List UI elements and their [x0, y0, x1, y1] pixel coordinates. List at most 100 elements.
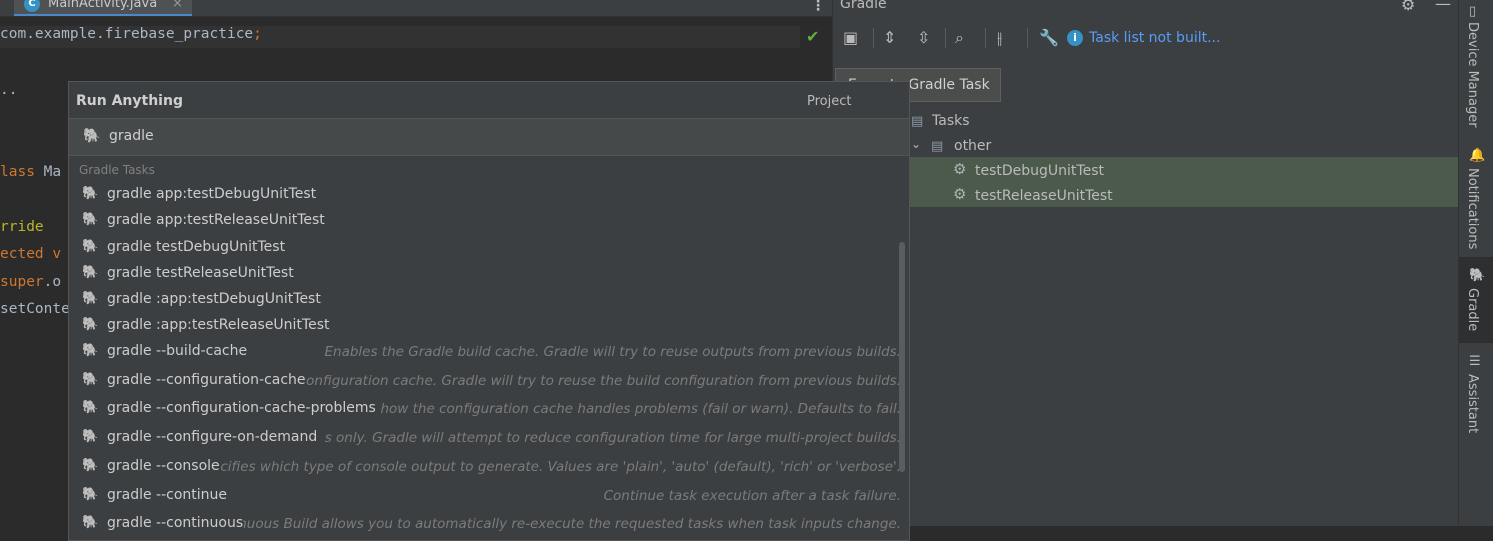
task-command: gradle --continuous: [107, 515, 244, 531]
list-item[interactable]: 🐘 gradle --configure-on-demand s only. Gra…: [69, 425, 905, 451]
package-semicolon: ;: [253, 26, 262, 42]
super-keyword: super: [0, 274, 44, 290]
task-command: gradle testDebugUnitTest: [107, 239, 286, 255]
class-keyword: lass: [0, 164, 35, 180]
gradle-elephant-icon: 🐘: [82, 291, 99, 306]
task-command: gradle testReleaseUnitTest: [107, 265, 294, 281]
tree-node-test-release[interactable]: testReleaseUnitTest: [975, 188, 1113, 204]
gradle-elephant-icon: 🐘: [82, 212, 99, 227]
gradle-elephant-icon: 🐘: [82, 343, 99, 358]
task-list-link[interactable]: Task list not built...: [1089, 30, 1220, 46]
project-scope-checkbox[interactable]: Project: [807, 94, 851, 109]
group-header: Gradle Tasks: [79, 163, 155, 177]
analyze-icon[interactable]: ⌕: [955, 28, 964, 48]
tab-label: MainActivity.java: [48, 0, 158, 11]
gradle-toolbar: ▣ ⇕ ⇳ ⌕ ⫲ 🔧 i Task list not built...: [833, 24, 1459, 52]
gradle-elephant-icon: 🐘: [82, 458, 99, 473]
task-command: gradle app:testDebugUnitTest: [107, 186, 317, 202]
editor-tab-bar: C MainActivity.java × ⋮: [0, 0, 832, 17]
task-command: gradle --build-cache: [107, 343, 248, 359]
close-icon[interactable]: ×: [172, 0, 183, 11]
task-command: gradle --console: [107, 458, 220, 474]
class-line: lass Ma: [0, 164, 61, 180]
collapse-all-icon[interactable]: ⇳: [917, 28, 930, 47]
more-icon[interactable]: ⋮: [811, 0, 825, 14]
list-item[interactable]: 🐘 gradle :app:testDebugUnitTest: [69, 287, 905, 313]
scrollbar[interactable]: [899, 242, 905, 472]
list-icon: ☰: [1469, 354, 1481, 369]
tool-assistant[interactable]: Assistant: [1465, 374, 1480, 433]
tree-node-other[interactable]: other: [954, 138, 991, 154]
task-command: gradle --continue: [107, 487, 228, 503]
expand-all-icon[interactable]: ⇕: [883, 28, 896, 47]
folder-gear-icon: ▤: [931, 139, 944, 154]
list-item[interactable]: 🐘 gradle --configuration-cache-problems ho…: [69, 396, 905, 422]
tree-node-test-debug[interactable]: testDebugUnitTest: [975, 163, 1104, 179]
description-clip: Continue task execution after a task fai…: [227, 483, 905, 509]
chevron-down-icon[interactable]: ⌄: [911, 137, 921, 151]
description-clip: how the configuration cache handles prob…: [376, 396, 905, 422]
tool-notifications[interactable]: Notifications: [1465, 168, 1480, 249]
tree-row-selected[interactable]: ⚙ testReleaseUnitTest: [910, 182, 1458, 207]
override-annotation: rride: [0, 219, 44, 235]
folded-code: ..: [0, 82, 18, 98]
super-line: super.o: [0, 274, 61, 290]
gradle-elephant-icon: 🐘: [82, 515, 99, 530]
task-description: ecifies which type of console output to …: [220, 459, 901, 475]
gradle-elephant-icon: 🐘: [82, 265, 99, 280]
wrench-icon[interactable]: 🔧: [1039, 28, 1059, 47]
list-item[interactable]: 🐘 gradle app:testDebugUnitTest: [69, 182, 905, 208]
list-item[interactable]: 🐘 gradle --build-cache Enables the Gradle …: [69, 339, 905, 365]
task-description: nuous Build allows you to automatically …: [243, 516, 901, 532]
tree-row-selected[interactable]: ⚙ testDebugUnitTest: [910, 157, 1458, 182]
task-description: onfiguration cache. Gradle will try to r…: [306, 373, 901, 389]
list-item[interactable]: 🐘 gradle testDebugUnitTest: [69, 235, 905, 261]
list-item[interactable]: 🐘 gradle app:testReleaseUnitTest: [69, 208, 905, 234]
task-command: gradle :app:testReleaseUnitTest: [107, 317, 330, 333]
gradle-header: Gradle ⚙ —: [833, 0, 1459, 16]
right-tool-strip: ▯ Device Manager 🔔 Notifications 🐘 Gradl…: [1458, 0, 1493, 526]
description-clip: onfiguration cache. Gradle will try to r…: [306, 368, 905, 394]
minimize-icon[interactable]: —: [1435, 0, 1451, 13]
tool-device-manager[interactable]: Device Manager: [1465, 22, 1480, 128]
class-name: Ma: [34, 164, 62, 180]
package-line: com.example.firebase_practice;: [0, 26, 800, 48]
gradle-elephant-icon: 🐘: [82, 487, 99, 502]
gear-icon[interactable]: ⚙: [1401, 0, 1415, 14]
toolbar-separator: [985, 28, 986, 48]
tool-gradle[interactable]: Gradle: [1465, 288, 1480, 331]
list-item[interactable]: 🐘 gradle --configuration-cache onfiguratio…: [69, 368, 905, 394]
gradle-elephant-icon: 🐘: [82, 317, 99, 332]
run-anything-input[interactable]: [109, 126, 809, 146]
list-item[interactable]: 🐘 gradle --console ecifies which type of c…: [69, 454, 905, 480]
toolbar-separator: [945, 28, 946, 48]
task-description: s only. Gradle will attempt to reduce co…: [324, 430, 901, 446]
gradle-elephant-icon: 🐘: [1469, 268, 1486, 283]
list-item[interactable]: 🐘 gradle testReleaseUnitTest: [69, 261, 905, 287]
toolbar-separator: [1027, 28, 1028, 48]
description-clip: Enables the Gradle build cache. Gradle w…: [247, 339, 905, 365]
list-item[interactable]: 🐘 gradle :app:testReleaseUnitTest: [69, 313, 905, 339]
tab-mainactivity[interactable]: C MainActivity.java ×: [14, 0, 192, 16]
java-class-icon: C: [24, 0, 40, 12]
list-item[interactable]: 🐘 gradle --continuous nuous Build allows y…: [69, 511, 905, 537]
popup-title: Run Anything: [76, 93, 183, 109]
gradle-elephant-icon: 🐘: [82, 239, 99, 254]
task-description: Continue task execution after a task fai…: [603, 488, 901, 504]
task-description: Enables the Gradle build cache. Gradle w…: [324, 344, 902, 360]
device-manager-icon: ▯: [1469, 4, 1477, 19]
gradle-elephant-icon: 🐘: [82, 400, 99, 415]
package-name: com.example.firebase_practice: [0, 26, 254, 42]
run-anything-popup: Run Anything Project 🐘 Gradle Tasks 🐘 gra…: [68, 81, 910, 541]
toggle-offline-icon[interactable]: ⫲: [997, 28, 1002, 48]
gradle-elephant-icon: 🐘: [82, 429, 99, 444]
execute-task-icon[interactable]: ▣: [843, 28, 858, 47]
super-rest: .o: [43, 274, 62, 290]
setcontent-line: setConte: [0, 301, 70, 317]
task-command: gradle --configure-on-demand: [107, 429, 318, 445]
check-icon: ✔: [806, 27, 820, 46]
tree-node-tasks[interactable]: Tasks: [932, 113, 970, 129]
task-command: gradle --configuration-cache: [107, 372, 306, 388]
list-item[interactable]: 🐘 gradle --continue Continue task executio…: [69, 483, 905, 509]
description-clip: ecifies which type of console output to …: [220, 454, 905, 480]
